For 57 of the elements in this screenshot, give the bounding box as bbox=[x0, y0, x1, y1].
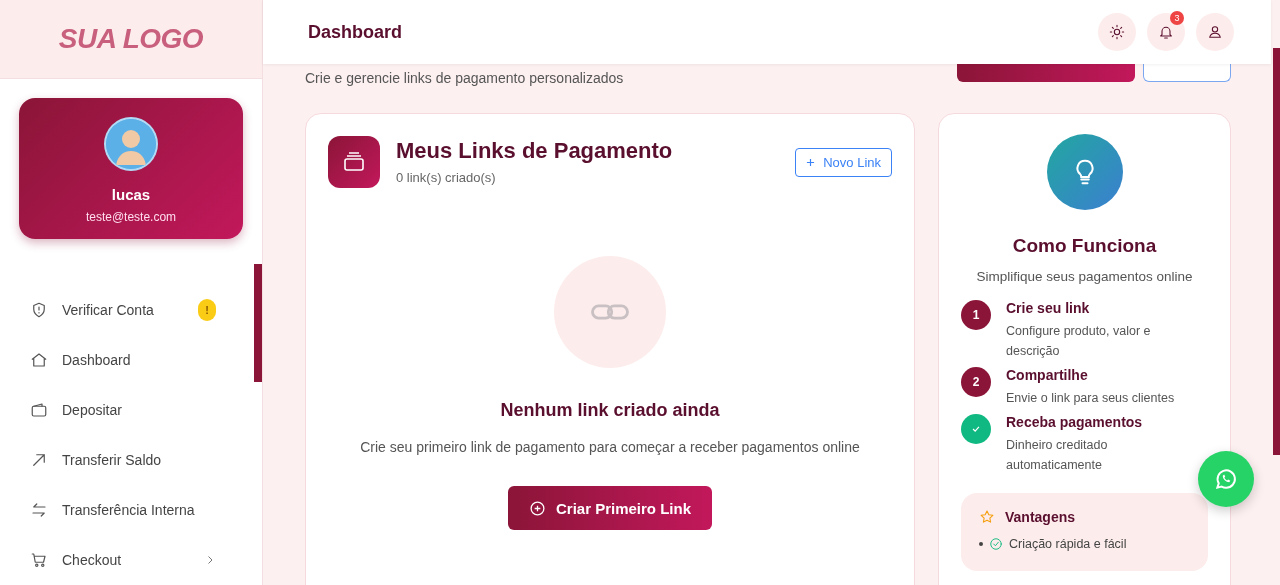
user-icon bbox=[1207, 24, 1223, 40]
card-title: Como Funciona bbox=[1012, 235, 1157, 257]
primary-button[interactable] bbox=[957, 64, 1135, 82]
swap-icon bbox=[30, 501, 48, 519]
page-title: Dashboard bbox=[308, 21, 404, 43]
plus-circle-icon bbox=[528, 499, 546, 517]
sidebar-item[interactable]: Verificar Conta ! bbox=[0, 285, 252, 335]
theme-button[interactable] bbox=[1098, 13, 1136, 51]
chat-phone-icon bbox=[1213, 466, 1239, 492]
bell-icon bbox=[1158, 24, 1174, 40]
scrollbar-thumb[interactable] bbox=[1273, 48, 1280, 455]
check-icon bbox=[971, 424, 981, 434]
sidebar-item[interactable]: Dashboard bbox=[0, 335, 252, 385]
shield-icon bbox=[30, 301, 48, 319]
wallet-icon bbox=[30, 401, 48, 419]
step-title: Crie seu link bbox=[1006, 300, 1091, 316]
sidebar-item[interactable]: Transferir Saldo bbox=[0, 435, 252, 485]
bullet bbox=[979, 542, 983, 546]
step-badge: 2 bbox=[961, 367, 991, 397]
step-title: Receba pagamentos bbox=[1006, 414, 1144, 430]
step-text: Envie o link para seus clientes bbox=[1006, 390, 1175, 407]
avatar bbox=[104, 117, 158, 171]
scrollbar-thumb[interactable] bbox=[254, 264, 262, 382]
link-count: 0 link(s) criado(s) bbox=[396, 170, 497, 185]
plus-icon bbox=[806, 158, 816, 167]
new-link-button[interactable]: Novo Link bbox=[795, 148, 892, 177]
empty-text: Crie seu primeiro link de pagamento para começar a receber pagamentos online bbox=[360, 439, 860, 455]
outline-button[interactable] bbox=[1143, 64, 1231, 82]
empty-title: Nenhum link criado ainda bbox=[500, 400, 720, 421]
star-icon bbox=[979, 509, 995, 525]
house-icon bbox=[30, 351, 48, 369]
cart-icon bbox=[30, 551, 48, 569]
page-subtitle: Crie e gerencie links de pagamento personalizados bbox=[305, 69, 625, 86]
user-name: lucas bbox=[111, 186, 151, 203]
sidebar-item[interactable]: Transferência Interna bbox=[0, 485, 252, 535]
profile-button[interactable] bbox=[1196, 13, 1234, 51]
notifications-button[interactable]: 3 bbox=[1147, 13, 1185, 51]
advantage-item: Criação rápida e fácil bbox=[1009, 537, 1127, 551]
wallet-icon bbox=[328, 136, 380, 188]
arrow-icon bbox=[30, 451, 48, 469]
advantages-title: Vantagens bbox=[1005, 509, 1076, 525]
create-link-button[interactable]: Criar Primeiro Link bbox=[508, 486, 712, 530]
logo: SUA LOGO bbox=[58, 23, 204, 55]
sun-icon bbox=[1109, 24, 1125, 40]
card-title: Meus Links de Pagamento bbox=[396, 138, 674, 164]
whatsapp-button[interactable] bbox=[1198, 451, 1254, 507]
sidebar-item[interactable]: Checkout bbox=[0, 535, 252, 585]
card-subtitle: Simplifique seus pagamentos online bbox=[976, 269, 1193, 284]
step-text: Configure produto, valor e descrição bbox=[1006, 323, 1152, 360]
warning-badge: ! bbox=[198, 299, 216, 321]
step-badge: 1 bbox=[961, 300, 991, 330]
step-text: Dinheiro creditado automaticamente bbox=[1006, 437, 1109, 474]
notification-count: 3 bbox=[1170, 11, 1184, 25]
step-title: Compartilhe bbox=[1006, 367, 1089, 383]
check-circle-icon bbox=[989, 537, 1003, 551]
user-email: teste@teste.com bbox=[85, 210, 177, 224]
sidebar-item[interactable]: Depositar bbox=[0, 385, 252, 435]
